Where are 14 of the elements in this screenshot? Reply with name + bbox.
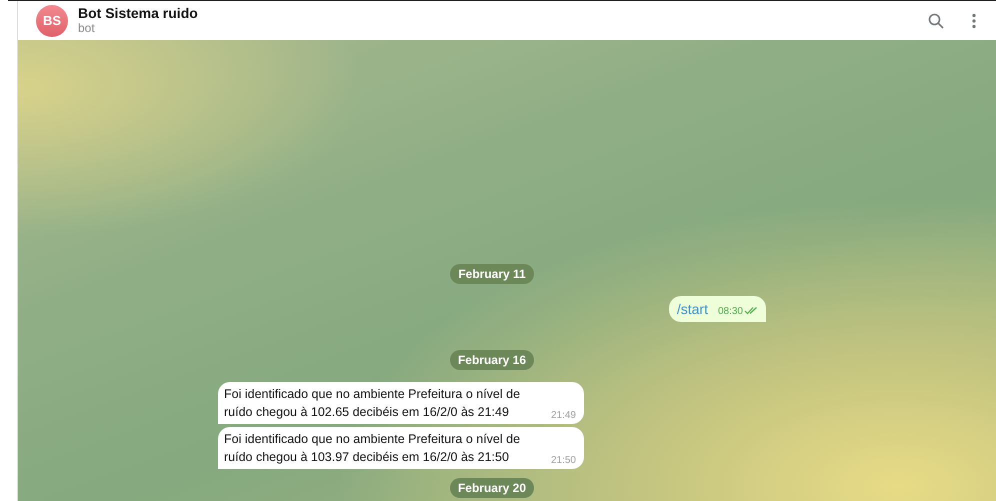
message-time: 21:50 xyxy=(550,455,576,466)
date-label: February 11 xyxy=(450,264,534,284)
message-text: Foi identificado que no ambiente Prefeitura o nível de ruído chegou à 103.97 decibéis em 16/2/0 às 21:50 xyxy=(224,431,522,466)
search-icon[interactable] xyxy=(928,12,944,28)
more-icon[interactable] xyxy=(972,12,976,28)
chat-subtitle: bot xyxy=(78,22,96,35)
message-text[interactable]: /start xyxy=(676,301,708,317)
message-text: Foi identificado que no ambiente Prefeitura o nível de ruído chegou à 102.65 decibéis em 16/2/0 às 21:49 xyxy=(224,386,522,421)
message-time: 08:30 xyxy=(718,306,743,317)
date-label: February 16 xyxy=(450,350,534,370)
message-time: 21:49 xyxy=(550,410,576,421)
avatar[interactable]: BS xyxy=(36,4,68,36)
date-label: February 20 xyxy=(450,478,534,498)
chat-title: Bot Sistema ruido xyxy=(78,6,198,22)
